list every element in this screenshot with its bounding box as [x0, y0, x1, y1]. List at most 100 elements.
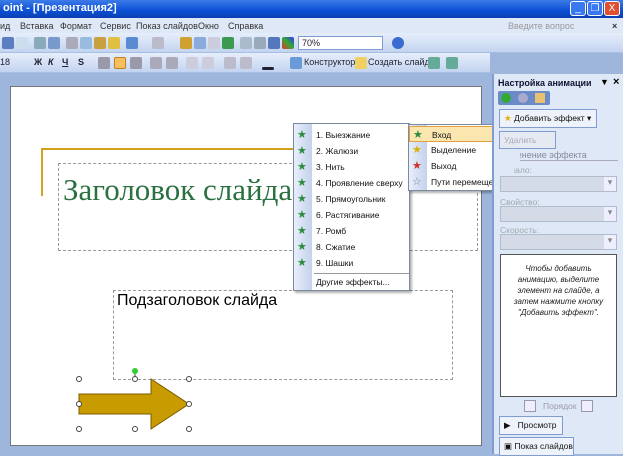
move-up-icon[interactable]	[428, 57, 440, 69]
preview-button[interactable]: ▶ Просмотр	[499, 416, 563, 435]
menu-item-effect[interactable]: ★ 6. Растягивание	[294, 207, 409, 223]
menu-window[interactable]: Окно	[198, 21, 219, 31]
expand-icon[interactable]	[240, 37, 252, 49]
title-bar: oint - [Презентация2]	[0, 0, 623, 18]
speed-select[interactable]	[500, 234, 617, 250]
new-slide-button[interactable]: Создать слайд	[368, 57, 430, 67]
undo-icon[interactable]	[126, 37, 138, 49]
property-select[interactable]	[500, 206, 617, 222]
orange-rule-vertical	[41, 148, 43, 196]
order-up-button[interactable]	[524, 400, 536, 412]
animation-hint: Чтобы добавить анимацию, выделите элемен…	[513, 264, 604, 317]
chart-icon[interactable]	[180, 37, 192, 49]
restore-button[interactable]: ❐	[587, 1, 603, 16]
align-left-icon[interactable]	[98, 57, 110, 69]
zoom-select[interactable]: 70%	[298, 36, 383, 50]
menu-item-effect[interactable]: ★ 4. Проявление сверху	[294, 175, 409, 191]
menu-view[interactable]: ид	[0, 21, 10, 31]
minimize-button[interactable]: _	[570, 1, 586, 16]
underline-button[interactable]: Ч	[62, 57, 68, 67]
bullets-icon[interactable]	[166, 57, 178, 69]
entry-effects-menu: ★ 1. Выезжание ★ 2. Жалюзи ★ 3. Нить ★ 4. Пр…	[293, 123, 410, 291]
back-icon[interactable]	[501, 93, 511, 103]
align-center-icon[interactable]	[114, 57, 126, 69]
play-icon: ▶	[504, 420, 511, 430]
order-down-button[interactable]	[581, 400, 593, 412]
spelling-icon[interactable]	[34, 37, 46, 49]
menu-item-effect[interactable]: ★ 7. Ромб	[294, 223, 409, 239]
research-icon[interactable]	[48, 37, 60, 49]
move-down-icon[interactable]	[446, 57, 458, 69]
increase-indent-icon[interactable]	[240, 57, 252, 69]
grid-icon[interactable]	[268, 37, 280, 49]
remove-button[interactable]: Удалить	[499, 131, 556, 149]
save-icon[interactable]	[2, 37, 14, 49]
show-formatting-icon[interactable]	[254, 37, 266, 49]
color-icon[interactable]	[282, 37, 294, 49]
table-icon[interactable]	[194, 37, 206, 49]
menu-bar: ид Вставка Формат Сервис Показ слайдов О…	[0, 18, 623, 33]
hyperlink-icon[interactable]	[222, 37, 234, 49]
menu-item-effect[interactable]: ★ 5. Прямоугольник	[294, 191, 409, 207]
add-effect-button[interactable]: ★ Добавить эффект ▾	[499, 109, 597, 128]
print-preview-icon[interactable]	[16, 37, 28, 49]
italic-button[interactable]: К	[48, 57, 54, 67]
arrow-shape[interactable]	[71, 365, 201, 435]
formatting-toolbar: 18 Ж К Ч S Конструктор Создать слайд	[0, 53, 490, 73]
menu-item-more-effects[interactable]: Другие эффекты...	[294, 274, 409, 290]
menu-item-effect[interactable]: ★ 8. Сжатие	[294, 239, 409, 255]
cut-icon[interactable]	[66, 37, 78, 49]
align-right-icon[interactable]	[130, 57, 142, 69]
pane-menu-icon[interactable]: ▼	[600, 77, 609, 87]
designer-icon	[290, 57, 302, 69]
font-size-select[interactable]: 18	[0, 57, 10, 67]
slide-title[interactable]: Заголовок слайда	[63, 172, 292, 208]
start-label: Начало:	[500, 165, 532, 175]
window-title: oint - [Презентация2]	[3, 2, 117, 14]
menu-tools[interactable]: Сервис	[100, 21, 131, 31]
custom-animation-pane: Настройка анимации ▼ × ★ Добавить эффект…	[492, 74, 623, 456]
increase-font-icon[interactable]	[186, 57, 198, 69]
font-color-icon[interactable]	[262, 67, 274, 70]
tables-borders-icon[interactable]	[208, 37, 220, 49]
standard-toolbar: 70%	[0, 33, 623, 53]
menu-help[interactable]: Справка	[228, 21, 263, 31]
redo-icon[interactable]	[152, 37, 164, 49]
slide-subtitle[interactable]: Подзаголовок слайда	[117, 292, 277, 310]
pane-nav	[498, 91, 550, 105]
pane-close-icon[interactable]: ×	[613, 76, 619, 88]
menu-insert[interactable]: Вставка	[20, 21, 53, 31]
pane-title: Настройка анимации	[498, 78, 592, 88]
help-search-input[interactable]: Введите вопрос	[508, 21, 574, 31]
rotate-handle	[132, 368, 138, 374]
start-select[interactable]	[500, 176, 617, 192]
decrease-indent-icon[interactable]	[224, 57, 236, 69]
order-label: Порядок	[543, 401, 577, 411]
menu-item-effect[interactable]: ★ 2. Жалюзи	[294, 143, 409, 159]
menu-item-effect[interactable]: ★ 1. Выезжание	[294, 127, 409, 143]
designer-button[interactable]: Конструктор	[304, 57, 355, 67]
forward-icon[interactable]	[518, 93, 528, 103]
format-painter-icon[interactable]	[108, 37, 120, 49]
menu-slideshow[interactable]: Показ слайдов	[136, 21, 198, 31]
zoom-value: 70%	[302, 38, 321, 48]
help-close-icon[interactable]: ×	[612, 21, 617, 31]
menu-item-effect[interactable]: ★ 9. Шашки	[294, 255, 409, 271]
menu-format[interactable]: Формат	[60, 21, 92, 31]
home-icon[interactable]	[535, 93, 545, 103]
animation-list[interactable]: Чтобы добавить анимацию, выделите элемен…	[500, 254, 617, 397]
shadow-button[interactable]: S	[78, 57, 84, 67]
new-slide-icon	[355, 57, 367, 69]
close-button[interactable]: X	[604, 1, 620, 16]
orange-rule	[41, 148, 303, 150]
numbering-icon[interactable]	[150, 57, 162, 69]
decrease-font-icon[interactable]	[202, 57, 214, 69]
menu-item-effect[interactable]: ★ 3. Нить	[294, 159, 409, 175]
slideshow-icon: ▣	[504, 441, 513, 451]
slideshow-button[interactable]: ▣ Показ слайдов	[499, 437, 574, 456]
copy-icon[interactable]	[80, 37, 92, 49]
change-effect-heading: Изменение эффекта	[520, 150, 618, 161]
help-icon[interactable]	[392, 37, 404, 49]
bold-button[interactable]: Ж	[34, 57, 42, 67]
paste-icon[interactable]	[94, 37, 106, 49]
